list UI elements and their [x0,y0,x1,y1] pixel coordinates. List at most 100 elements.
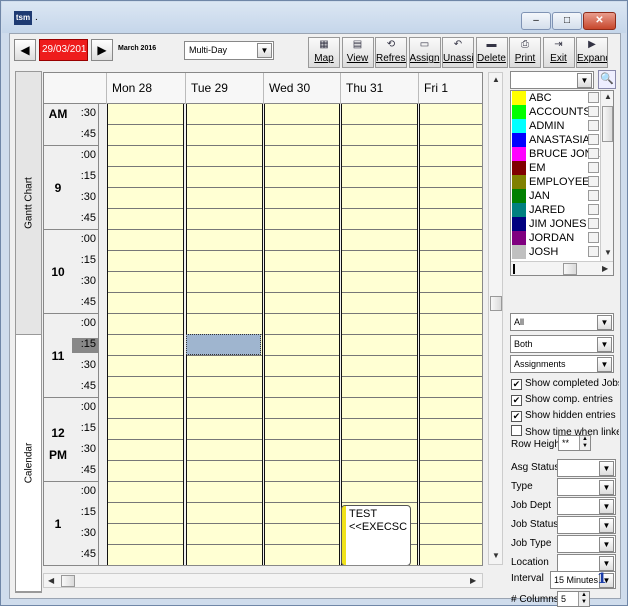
filter-field-select[interactable]: ▼ [557,478,616,496]
resource-checkbox[interactable] [588,92,599,103]
resource-search-combo[interactable]: ▼ [510,71,594,89]
slot-divider [342,376,417,377]
option-checkbox[interactable]: ✔ Show completed Jobs [511,377,619,390]
scroll-right-icon[interactable]: ▶ [602,264,608,273]
map-button[interactable]: ▦ Map [308,37,340,68]
filter-field-select[interactable]: ▼ [557,497,616,515]
assign-button[interactable]: ▭ Assign [408,37,441,68]
tab-calendar[interactable]: Calendar [16,335,41,592]
resource-item[interactable]: JARED [512,203,600,217]
filter-all-select[interactable]: All ▼ [510,313,614,331]
unassign-button[interactable]: ↶ Unassign [442,37,474,68]
search-button[interactable]: 🔍 [598,70,616,89]
columns-spinner[interactable]: 5 ▲ ▼ [557,591,590,607]
checkbox-icon[interactable]: ✔ [511,411,522,422]
refresh-button[interactable]: ⟲ Refresh [375,37,407,68]
resource-checkbox[interactable] [588,148,599,159]
slot-divider [420,145,482,146]
day-header[interactable]: Wed 30 [263,73,341,104]
filter-field-select[interactable]: ▼ [557,535,616,553]
brand-logo: 1 [597,571,607,587]
vertical-scroll-thumb[interactable] [490,296,502,311]
print-button[interactable]: ⎙ Print [509,37,541,68]
chevron-down-icon: ▼ [597,337,612,352]
next-date-button[interactable]: ▶ [91,39,113,61]
appointment-card[interactable]: TEST <<EXECSC [341,505,411,565]
resource-checkbox[interactable] [588,246,599,257]
filter-both-select[interactable]: Both ▼ [510,335,614,353]
prev-date-button[interactable]: ◀ [14,39,36,61]
checkbox-icon[interactable]: ✔ [511,395,522,406]
scroll-down-icon[interactable]: ▼ [604,248,612,257]
spin-arrows-icon[interactable]: ▲ ▼ [578,592,589,606]
exit-button[interactable]: ⇥ Exit [542,37,575,68]
resource-checkbox[interactable] [588,176,599,187]
spin-arrows-icon[interactable]: ▲ ▼ [579,436,590,450]
minimize-button[interactable]: – [521,12,551,30]
day-column[interactable] [341,104,418,565]
maximize-button[interactable]: □ [552,12,582,30]
app-icon: tsm [14,11,32,25]
resource-item[interactable]: BRUCE JONES [512,147,600,161]
resource-checkbox[interactable] [588,134,599,145]
resource-item[interactable]: EMPLOYEE [512,175,600,189]
scroll-right-icon[interactable]: ▶ [470,576,476,585]
chevron-down-icon: ▼ [599,480,614,495]
resource-item[interactable]: ANASTASIA [512,133,600,147]
day-header[interactable]: Fri 1 [418,73,482,104]
resource-checkbox[interactable] [588,218,599,229]
resource-checkbox[interactable] [588,106,599,117]
resource-checkbox[interactable] [588,204,599,215]
option-checkbox[interactable]: ✔ Show comp. entries [511,393,619,406]
resource-checkbox[interactable] [588,162,599,173]
option-checkbox[interactable]: ✔ Show hidden entries [511,409,619,422]
filter-field-select[interactable]: ▼ [557,554,616,572]
filter-assignments-select[interactable]: Assignments ▼ [510,355,614,373]
resource-item[interactable]: JIM JONES [512,217,600,231]
close-button[interactable]: ✕ [583,12,616,30]
day-header[interactable]: Mon 28 [106,73,185,104]
resource-checkbox[interactable] [588,232,599,243]
day-column[interactable] [419,104,482,565]
checkbox-icon[interactable]: ✔ [511,379,522,390]
horizontal-scroll-thumb[interactable] [61,575,75,587]
day-column[interactable] [107,104,184,565]
resource-item[interactable]: ABC [512,91,600,105]
filter-field-select[interactable]: ▼ [557,459,616,477]
resource-item[interactable]: ACCOUNTS [512,105,600,119]
slot-divider [187,439,262,440]
resource-item[interactable]: JOSH [512,245,600,259]
date-input[interactable]: 29/03/2016 [39,39,88,61]
scroll-down-icon[interactable]: ▼ [492,551,500,560]
view-mode-select[interactable]: Multi-Day ▼ [184,41,274,60]
resource-list-hscrollbar[interactable]: ▶ [511,261,613,275]
slot-divider [342,418,417,419]
resource-scroll-thumb[interactable] [602,106,613,142]
expand-button[interactable]: ▶ Expand [576,37,608,68]
day-column[interactable] [264,104,340,565]
calendar-horizontal-scrollbar[interactable]: ◀ ▶ [43,573,483,588]
scroll-up-icon[interactable]: ▲ [604,92,612,101]
resource-item[interactable]: JAN [512,189,600,203]
resource-item[interactable]: ADMIN [512,119,600,133]
scroll-up-icon[interactable]: ▲ [492,75,500,84]
tab-gantt-chart[interactable]: Gantt Chart [16,72,41,335]
resource-checkbox[interactable] [588,190,599,201]
checkbox-icon[interactable] [511,425,522,436]
day-header[interactable]: Tue 29 [185,73,264,104]
filter-field-select[interactable]: ▼ [557,516,616,534]
resource-item[interactable]: JORDAN [512,231,600,245]
calendar-vertical-scrollbar[interactable]: ▲ ▼ [488,72,503,565]
scroll-left-icon[interactable]: ◀ [48,576,54,585]
resource-checkbox[interactable] [588,120,599,131]
selected-time-slot[interactable] [186,334,261,355]
resource-hscroll-thumb[interactable] [563,263,577,275]
resource-name: ABC [529,92,552,104]
row-height-spinner[interactable]: ** ▲ ▼ [558,435,591,451]
resource-list-vscrollbar[interactable]: ▲ ▼ [600,91,613,261]
delete-button[interactable]: ▬ Delete [475,37,508,68]
resource-item[interactable]: EM [512,161,600,175]
view-button[interactable]: ▤ View [341,37,374,68]
slot-divider [265,124,339,125]
day-header[interactable]: Thu 31 [340,73,419,104]
